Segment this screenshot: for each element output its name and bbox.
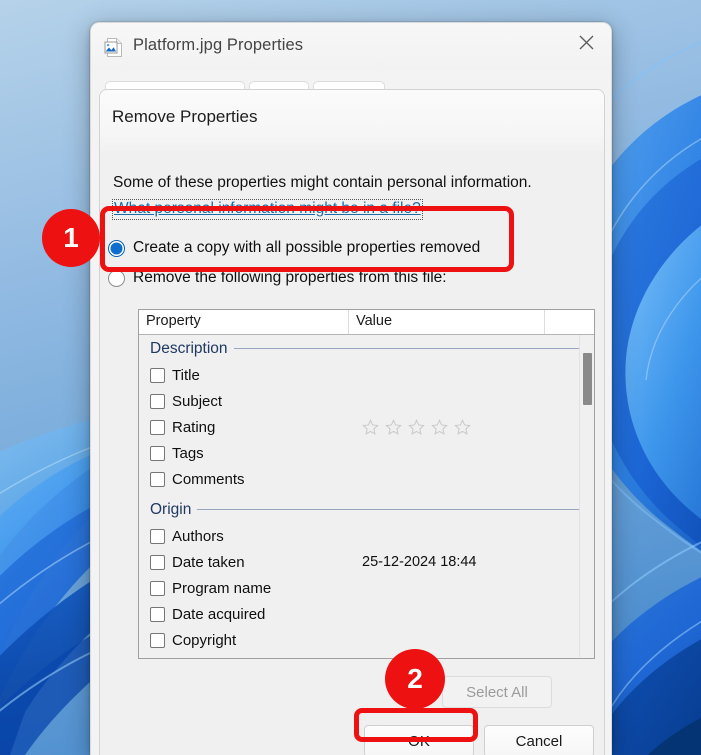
column-header-value[interactable]: Value (349, 310, 545, 334)
column-header-property[interactable]: Property (139, 310, 349, 334)
info-text: Some of these properties might contain p… (113, 174, 532, 191)
property-name: Title (172, 366, 200, 384)
cancel-button[interactable]: Cancel (484, 725, 594, 755)
group-divider (233, 348, 580, 349)
star-empty-icon (385, 418, 402, 435)
radio-remove-properties[interactable]: Remove the following properties from thi… (108, 264, 447, 292)
window-titlebar: Platform.jpg Properties (91, 23, 611, 71)
property-name: Date acquired (172, 605, 266, 623)
privacy-info-link[interactable]: What personal information might be in a … (112, 199, 423, 220)
list-scrollbar[interactable] (579, 335, 594, 657)
list-scroll-area: Description Title Subject Rating Tags Co… (139, 335, 594, 657)
list-item[interactable]: Date taken 25-12-2024 18:44 (139, 549, 594, 575)
star-empty-icon (431, 418, 448, 435)
column-header-extra[interactable] (545, 310, 594, 334)
window-title: Platform.jpg Properties (133, 36, 304, 54)
list-item[interactable]: Program name (139, 575, 594, 601)
checkbox-unchecked-icon[interactable] (150, 367, 165, 383)
checkbox-unchecked-icon[interactable] (150, 554, 165, 570)
list-item[interactable]: Tags (139, 440, 594, 466)
checkbox-unchecked-icon[interactable] (150, 445, 165, 461)
image-file-icon (104, 37, 125, 58)
group-header-description: Description (139, 335, 594, 362)
property-name: Rating (172, 418, 216, 436)
removal-mode-radio-group: Create a copy with all possible properti… (108, 234, 522, 294)
property-list: Property Value Description Title Subject… (138, 309, 595, 659)
checkbox-unchecked-icon[interactable] (150, 393, 165, 409)
scrollbar-thumb[interactable] (583, 353, 592, 405)
list-column-headers: Property Value (139, 310, 594, 335)
checkbox-unchecked-icon[interactable] (150, 580, 165, 596)
list-item[interactable]: Subject (139, 388, 594, 414)
radio-unselected-icon (108, 269, 125, 287)
star-empty-icon (362, 418, 379, 435)
property-name: Comments (172, 470, 245, 488)
list-item[interactable]: Copyright (139, 627, 594, 653)
checkbox-unchecked-icon[interactable] (150, 471, 165, 487)
radio-remove-properties-label: Remove the following properties from thi… (133, 269, 447, 286)
property-name: Copyright (172, 631, 237, 649)
group-title: Origin (150, 500, 192, 518)
group-title: Description (150, 339, 228, 357)
properties-window: Platform.jpg Properties Remove Propertie… (90, 22, 612, 755)
remove-properties-dialog: Remove Properties Some of these properti… (99, 89, 605, 755)
radio-selected-icon (108, 239, 125, 257)
radio-create-copy[interactable]: Create a copy with all possible properti… (108, 234, 480, 262)
page-title: Remove Properties (112, 107, 258, 126)
close-icon[interactable] (563, 23, 609, 61)
dialog-header: Remove Properties (100, 90, 604, 152)
ok-button[interactable]: OK (364, 725, 474, 755)
group-divider (197, 509, 580, 510)
checkbox-unchecked-icon[interactable] (150, 632, 165, 648)
star-empty-icon (408, 418, 425, 435)
property-name: Program name (172, 579, 272, 597)
rating-stars[interactable] (362, 418, 471, 436)
property-value: 25-12-2024 18:44 (362, 554, 477, 570)
checkbox-unchecked-icon[interactable] (150, 528, 165, 544)
property-name: Date taken (172, 553, 245, 571)
select-all-button[interactable]: Select All (442, 676, 552, 708)
list-item[interactable]: Date acquired (139, 601, 594, 627)
list-item[interactable]: Rating (139, 414, 594, 440)
list-item[interactable]: Title (139, 362, 594, 388)
star-empty-icon (454, 418, 471, 435)
radio-create-copy-label: Create a copy with all possible properti… (133, 239, 481, 256)
dialog-body: Some of these properties might contain p… (100, 152, 604, 755)
list-item[interactable]: Authors (139, 523, 594, 549)
property-name: Authors (172, 527, 224, 545)
checkbox-unchecked-icon[interactable] (150, 419, 165, 435)
list-item[interactable]: Comments (139, 466, 594, 492)
checkbox-unchecked-icon[interactable] (150, 606, 165, 622)
property-name: Subject (172, 392, 223, 410)
property-name: Tags (172, 444, 204, 462)
group-header-origin: Origin (139, 496, 594, 523)
